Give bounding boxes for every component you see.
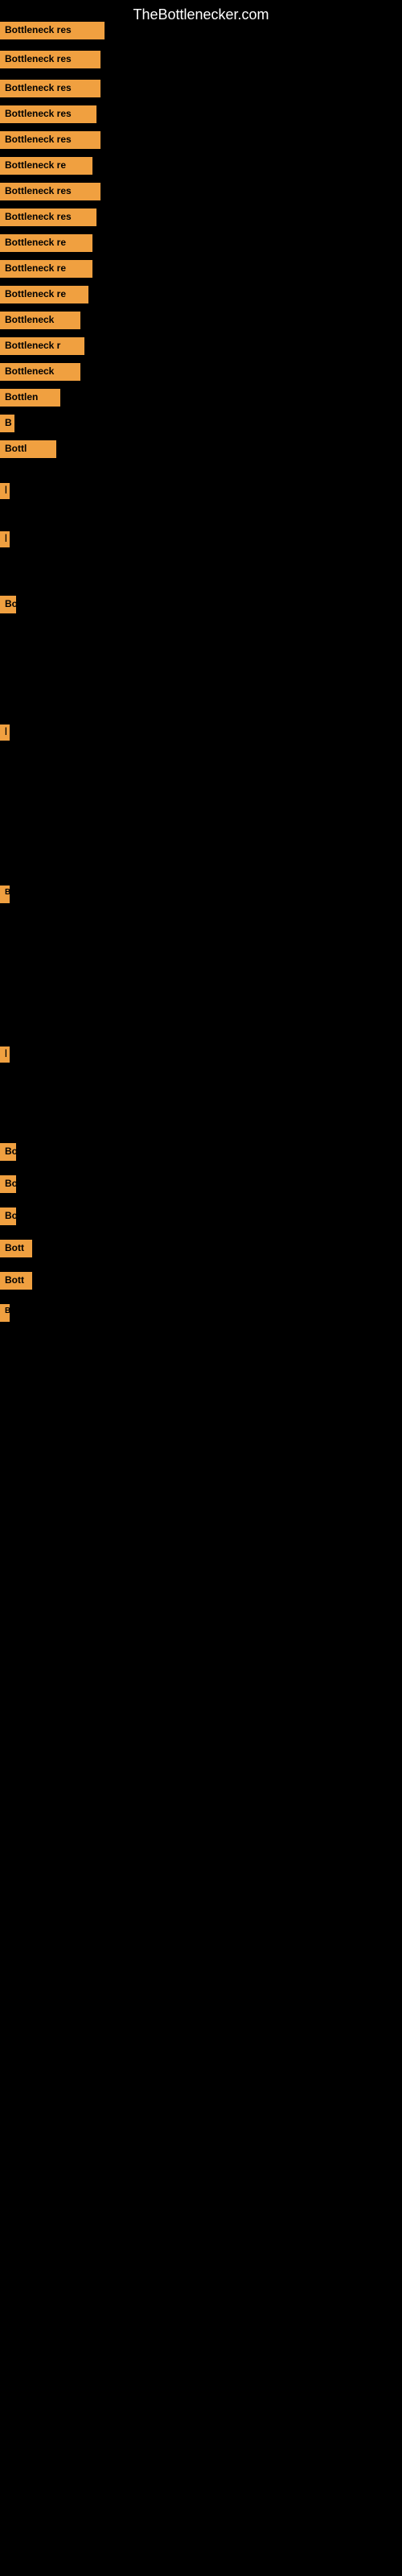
bottleneck-label-2: Bottleneck res bbox=[0, 80, 100, 97]
bottleneck-label-15: B bbox=[0, 415, 14, 432]
bottleneck-label-1: Bottleneck res bbox=[0, 51, 100, 68]
bottleneck-label-25: Bo bbox=[0, 1208, 16, 1225]
bottleneck-label-21: B bbox=[0, 886, 10, 903]
bottleneck-label-28: B bbox=[0, 1304, 10, 1322]
bottleneck-label-11: Bottleneck bbox=[0, 312, 80, 329]
bottleneck-label-20: | bbox=[0, 724, 10, 741]
bottleneck-label-19: Bo bbox=[0, 596, 16, 613]
bottleneck-label-14: Bottlen bbox=[0, 389, 60, 407]
bottleneck-label-5: Bottleneck re bbox=[0, 157, 92, 175]
bottleneck-label-9: Bottleneck re bbox=[0, 260, 92, 278]
bottleneck-label-13: Bottleneck bbox=[0, 363, 80, 381]
bottleneck-label-0: Bottleneck res bbox=[0, 22, 105, 39]
bottleneck-label-3: Bottleneck res bbox=[0, 105, 96, 123]
bottleneck-label-10: Bottleneck re bbox=[0, 286, 88, 303]
bottleneck-label-18: | bbox=[0, 531, 10, 547]
bottleneck-label-24: Bo bbox=[0, 1175, 16, 1193]
bottleneck-label-12: Bottleneck r bbox=[0, 337, 84, 355]
bottleneck-label-4: Bottleneck res bbox=[0, 131, 100, 149]
bottleneck-label-17: | bbox=[0, 483, 10, 499]
bottleneck-label-22: | bbox=[0, 1046, 10, 1063]
bottleneck-label-8: Bottleneck re bbox=[0, 234, 92, 252]
bottleneck-label-16: Bottl bbox=[0, 440, 56, 458]
bottleneck-label-6: Bottleneck res bbox=[0, 183, 100, 200]
bottleneck-label-23: Bo bbox=[0, 1143, 16, 1161]
bottleneck-label-7: Bottleneck res bbox=[0, 208, 96, 226]
bottleneck-label-27: Bott bbox=[0, 1272, 32, 1290]
bottleneck-label-26: Bott bbox=[0, 1240, 32, 1257]
